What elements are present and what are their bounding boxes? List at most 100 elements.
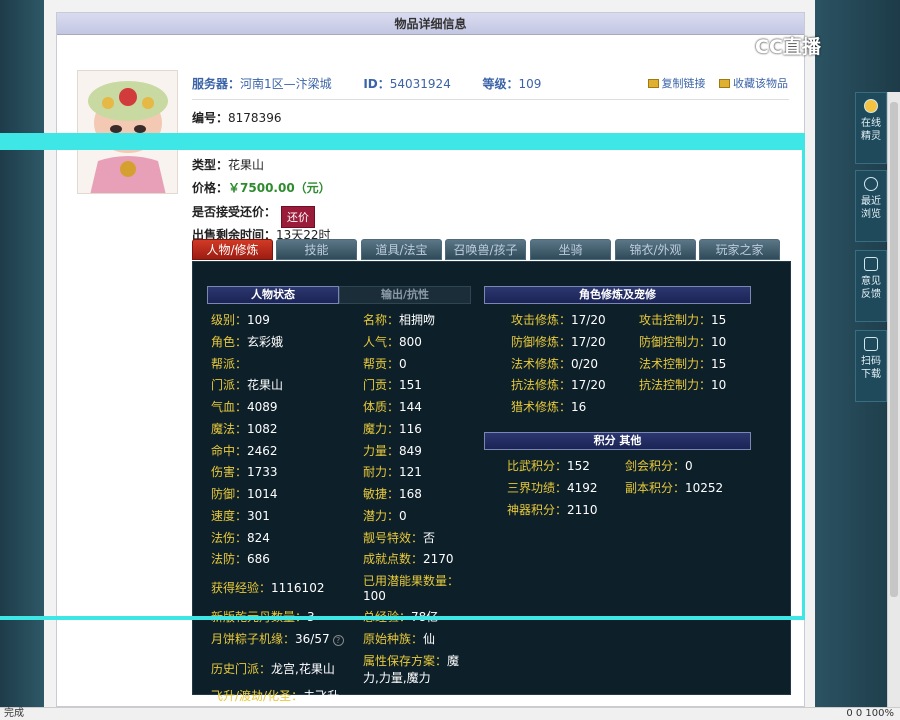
tab-mounts[interactable]: 坐骑	[530, 239, 611, 260]
float-elf[interactable]: 在线 精灵	[855, 92, 887, 164]
section-char-status[interactable]: 人物状态	[207, 286, 339, 304]
help-icon[interactable]: ?	[332, 635, 344, 646]
level-label: 等级：	[482, 77, 519, 91]
stat-row: 敏捷：168	[363, 487, 422, 501]
type-row: 类型：花果山	[192, 156, 264, 173]
tab-character[interactable]: 人物/修炼	[192, 239, 273, 260]
stat-row: 靓号特效：否	[363, 531, 436, 545]
code-value: 8178396	[228, 111, 282, 125]
header-links: 复制链接 收藏该物品	[638, 75, 788, 91]
points-row: 神器积分：2110	[507, 503, 598, 517]
stats-panel: 人物状态 输出/抗性 角色修炼及宠修 积分 其他 级别：109 角色：玄彩娥 帮…	[192, 261, 791, 703]
price-value: ￥7500.00（元）	[228, 181, 331, 195]
stat-row: 属性保存方案：魔力,力量,魔力	[363, 654, 460, 685]
divider	[192, 99, 789, 100]
stat-row: 伤害：1733	[211, 465, 278, 479]
float-recent[interactable]: 最近 浏览	[855, 170, 887, 242]
stat-row: 帮派：	[211, 357, 248, 371]
stream-logo: CC直播	[755, 36, 821, 58]
tab-items[interactable]: 道具/法宝	[361, 239, 442, 260]
stat-row: 法伤：824	[211, 531, 270, 545]
id-value: 54031924	[389, 77, 451, 91]
server-label: 服务器：	[192, 77, 241, 91]
code-label: 编号：	[192, 111, 229, 125]
cult-row: 法术控制力：15	[639, 357, 727, 371]
stat-row: 门贡：151	[363, 378, 422, 392]
tab-bar: 人物/修炼 技能 道具/法宝 召唤兽/孩子 坐骑 锦衣/外观 玩家之家	[192, 239, 793, 261]
status-text: 完成	[4, 708, 24, 719]
folder-icon	[647, 79, 659, 88]
stat-row: 门派：花果山	[211, 378, 284, 392]
overlay-band-top	[0, 133, 805, 150]
points-row: 副本积分：10252	[625, 481, 724, 495]
stat-row: 帮贡：0	[363, 357, 407, 371]
edit-icon	[864, 257, 878, 271]
section-points: 积分 其他	[484, 432, 751, 450]
code-row: 编号：8178396	[192, 109, 281, 126]
folder-icon	[719, 79, 730, 88]
stat-row: 历史门派：龙宫,花果山	[211, 662, 335, 676]
stat-row: 体质：144	[363, 400, 422, 414]
header-info: 服务器：河南1区—汴梁城 ID：54031924 等级：109	[192, 75, 541, 92]
section-cultivation: 角色修炼及宠修	[484, 286, 751, 304]
section-output[interactable]: 输出/抗性	[339, 286, 471, 304]
stat-row: 成就点数：2170	[363, 552, 454, 566]
level-value: 109	[518, 77, 542, 91]
qr-icon	[864, 337, 878, 351]
stat-row: 速度：301	[211, 509, 270, 523]
stat-row: 魔力：116	[363, 422, 422, 436]
left-background	[0, 0, 44, 707]
tab-outfits[interactable]: 锦衣/外观	[615, 239, 696, 260]
stat-row: 级别：109	[211, 313, 270, 327]
cult-row: 抗法修炼：17/20	[511, 378, 606, 392]
stat-row: 潜力：0	[363, 509, 407, 523]
points-row: 剑会积分：0	[625, 459, 693, 473]
favorite-button[interactable]: 收藏该物品	[733, 77, 788, 90]
stat-row: 获得经验：1116102	[211, 581, 325, 595]
stat-row: 法防：686	[211, 552, 270, 566]
panel-title: 物品详细信息	[57, 13, 804, 35]
id-label: ID：	[363, 77, 390, 91]
tab-home[interactable]: 玩家之家	[699, 239, 780, 260]
stat-row: 原始种族：仙	[363, 632, 436, 646]
cult-row: 法术修炼：0/20	[511, 357, 598, 371]
cult-row: 攻击修炼：17/20	[511, 313, 606, 327]
cult-row: 抗法控制力：10	[639, 378, 727, 392]
stat-row: 气血：4089	[211, 400, 278, 414]
price-label: 价格：	[192, 181, 229, 195]
stat-row: 名称：相拥吻	[363, 313, 436, 327]
character-avatar	[77, 70, 178, 194]
overlay-band-bottom	[0, 616, 805, 620]
counter-row: 是否接受还价：	[192, 203, 276, 220]
status-bar: 完成 0 0 100%	[0, 707, 900, 720]
stat-row: 耐力：121	[363, 465, 422, 479]
scrollbar-thumb[interactable]	[890, 102, 898, 597]
points-row: 比武积分：152	[507, 459, 590, 473]
float-qr[interactable]: 扫码 下载	[855, 330, 887, 402]
cult-row: 防御修炼：17/20	[511, 335, 606, 349]
overlay-band-right	[802, 133, 805, 620]
elf-icon	[864, 99, 878, 113]
copy-link-button[interactable]: 复制链接	[662, 77, 706, 90]
server-value: 河南1区—汴梁城	[240, 77, 332, 91]
clock-icon	[864, 177, 878, 191]
counter-label: 是否接受还价：	[192, 205, 277, 219]
tab-pets[interactable]: 召唤兽/孩子	[445, 239, 526, 260]
float-feedback[interactable]: 意见 反馈	[855, 250, 887, 322]
stat-row: 命中：2462	[211, 444, 278, 458]
stat-row: 月饼粽子机缘：36/57?	[211, 630, 344, 647]
status-right: 0 0 100%	[846, 708, 894, 719]
price-row: 价格：￥7500.00（元）	[192, 179, 331, 196]
tab-skills[interactable]: 技能	[276, 239, 357, 260]
stat-row: 力量：849	[363, 444, 422, 458]
cult-row: 猎术修炼：16	[511, 400, 587, 414]
stat-row: 已用潜能果数量：100	[363, 574, 460, 603]
type-label: 类型：	[192, 158, 229, 172]
stat-row: 角色：玄彩娥	[211, 335, 284, 349]
counter-offer-button[interactable]: 还价	[281, 206, 315, 228]
cult-row: 防御控制力：10	[639, 335, 727, 349]
cult-row: 攻击控制力：15	[639, 313, 727, 327]
stat-row: 飞升/渡劫/化圣：未飞升	[211, 689, 340, 703]
stat-row: 魔法：1082	[211, 422, 278, 436]
page-scrollbar[interactable]	[887, 92, 900, 707]
